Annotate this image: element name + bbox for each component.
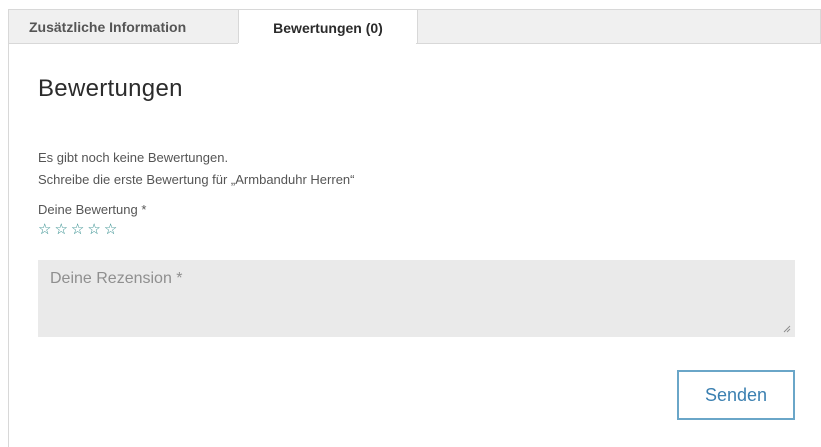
submit-button[interactable]: Senden: [677, 370, 795, 420]
tab-reviews[interactable]: Bewertungen (0): [238, 10, 418, 45]
reviews-title: Bewertungen: [38, 75, 183, 102]
no-reviews-text: Es gibt noch keine Bewertungen.: [38, 150, 229, 165]
rating-label: Deine Bewertung *: [38, 202, 147, 217]
star-4-icon[interactable]: ☆: [87, 221, 100, 239]
star-5-icon[interactable]: ☆: [104, 221, 117, 239]
tab-additional-information[interactable]: Zusätzliche Information: [9, 10, 238, 44]
resize-handle-icon[interactable]: [783, 325, 791, 333]
active-tab-connector: [238, 43, 416, 45]
star-2-icon[interactable]: ☆: [54, 221, 67, 239]
reviews-page: Zusätzliche Information Bewertungen (0) …: [0, 0, 821, 447]
star-rating: ☆ ☆ ☆ ☆ ☆: [38, 221, 117, 239]
first-review-prompt: Schreibe die erste Bewertung für „Armban…: [38, 172, 355, 187]
star-1-icon[interactable]: ☆: [38, 221, 51, 239]
tab-reviews-label: Bewertungen (0): [273, 19, 383, 36]
tab-bar: Zusätzliche Information Bewertungen (0): [8, 9, 821, 45]
review-textarea[interactable]: [38, 260, 795, 337]
tab-additional-information-label: Zusätzliche Information: [29, 19, 187, 35]
star-3-icon[interactable]: ☆: [71, 221, 84, 239]
